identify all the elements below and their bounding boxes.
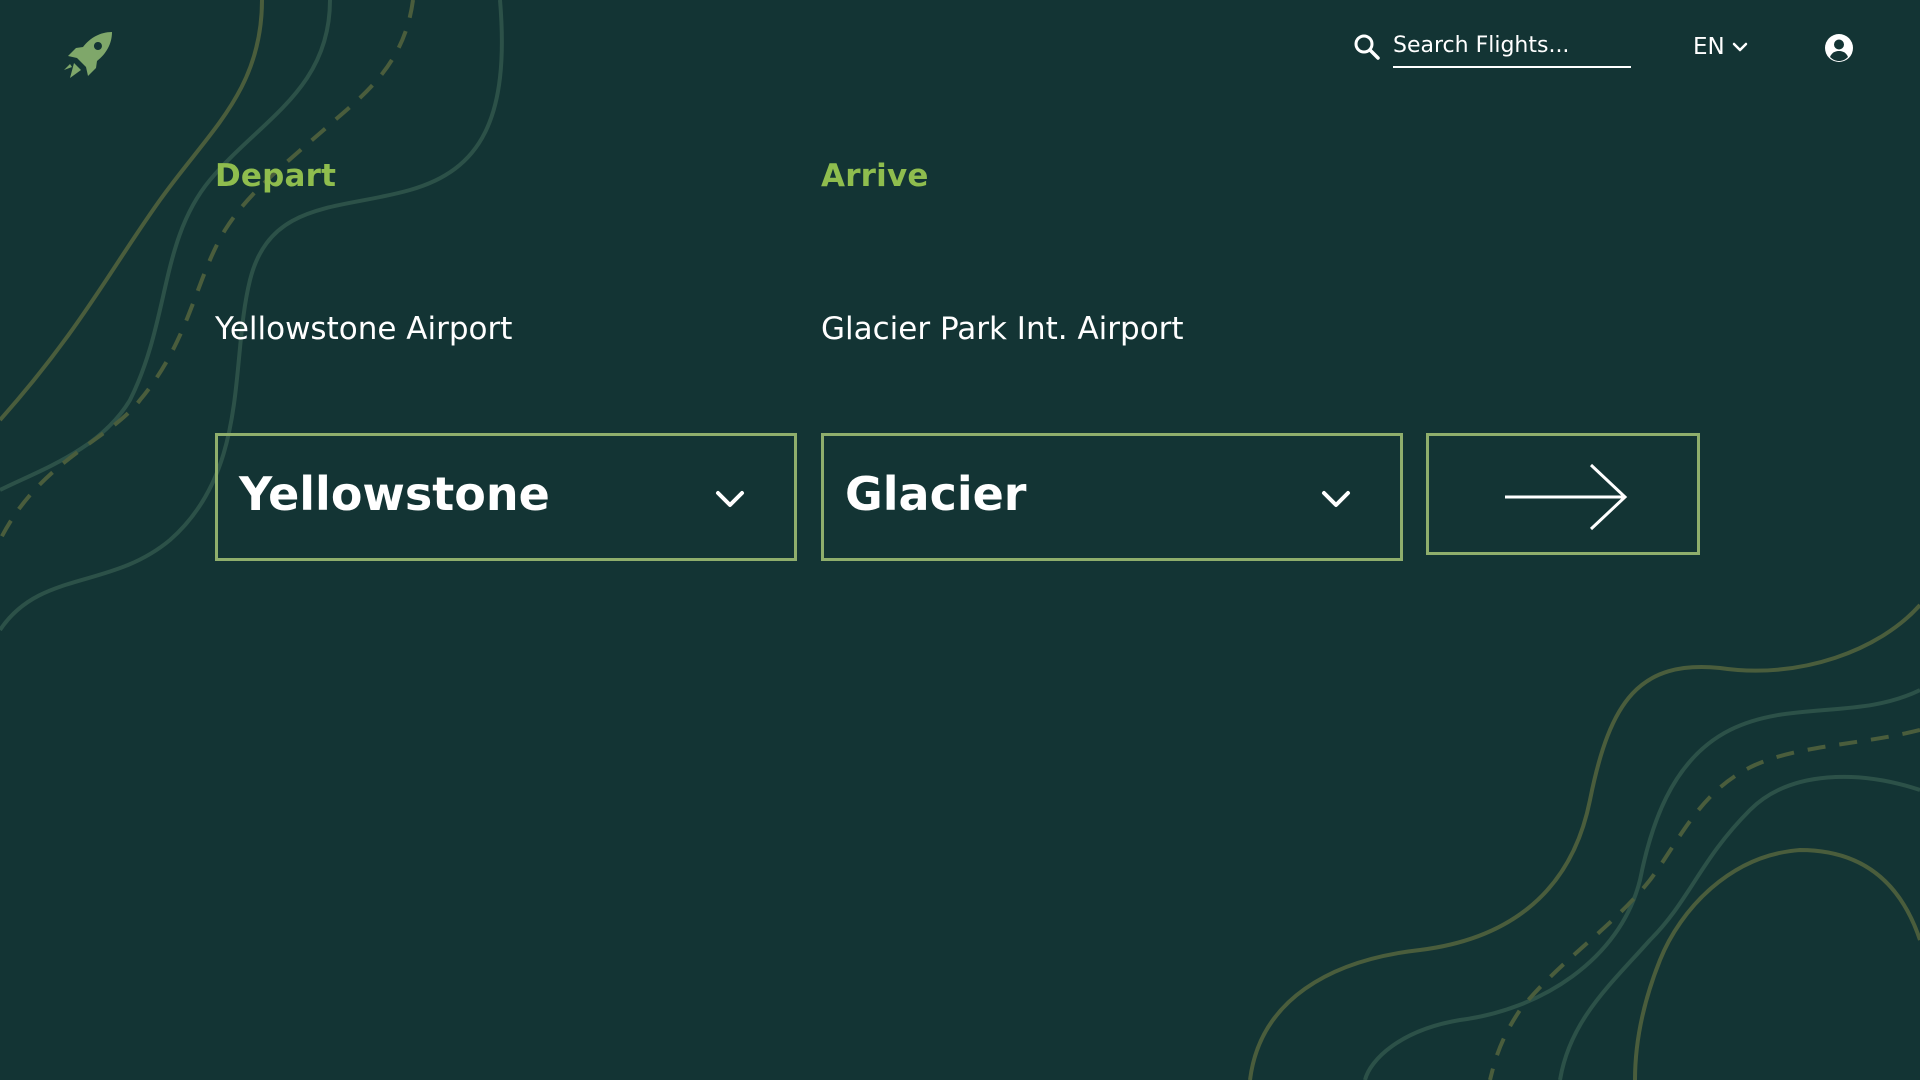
- search-bar: [1353, 28, 1631, 68]
- chevron-down-icon: [1732, 42, 1747, 52]
- arrow-right-icon: [1505, 463, 1628, 531]
- arrive-airport-name: Glacier Park Int. Airport: [821, 311, 1184, 347]
- chevron-down-icon: [1322, 491, 1350, 507]
- depart-select-value: Yellowstone: [239, 467, 550, 521]
- search-icon[interactable]: [1353, 33, 1381, 61]
- user-circle-icon[interactable]: [1824, 33, 1854, 63]
- chevron-down-icon: [716, 491, 744, 507]
- search-input[interactable]: [1393, 28, 1631, 68]
- search-flights-button[interactable]: [1426, 433, 1700, 555]
- language-label: EN: [1693, 34, 1725, 60]
- depart-select[interactable]: Yellowstone: [215, 433, 797, 561]
- arrive-label: Arrive: [821, 158, 929, 194]
- depart-label: Depart: [215, 158, 337, 194]
- rocket-icon[interactable]: [62, 30, 114, 82]
- flight-search-page: EN Depart Yellowstone Airport Yellowston…: [0, 0, 1920, 1080]
- arrive-select[interactable]: Glacier: [821, 433, 1403, 561]
- depart-airport-name: Yellowstone Airport: [215, 311, 513, 347]
- arrive-select-value: Glacier: [845, 467, 1027, 521]
- language-selector[interactable]: EN: [1693, 30, 1749, 64]
